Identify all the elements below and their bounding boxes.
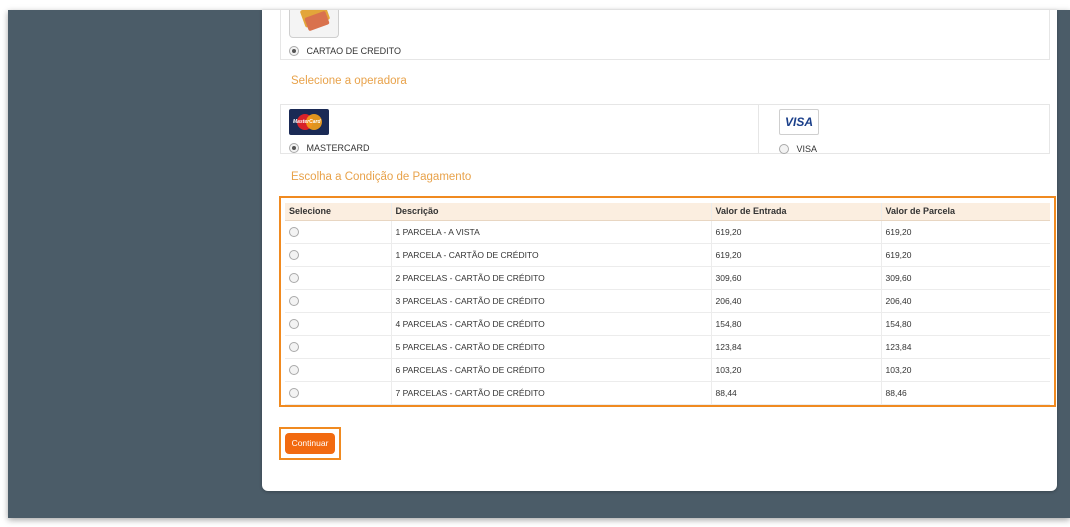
condition-radio[interactable] <box>289 249 299 260</box>
table-row[interactable]: 7 PARCELAS - CARTÃO DE CRÉDITO 88,44 88,46 <box>285 381 1050 405</box>
mastercard-logo-icon[interactable]: MasterCard <box>289 109 329 135</box>
row-select-cell <box>285 220 391 244</box>
row-select-cell <box>285 312 391 336</box>
visa-option[interactable]: VISA <box>779 140 817 158</box>
visa-label: VISA <box>796 143 817 154</box>
credit-card-icon <box>289 10 339 38</box>
payment-method-box: CARTAO DE CREDITO <box>280 10 1050 60</box>
row-description: 2 PARCELAS - CARTÃO DE CRÉDITO <box>390 266 711 290</box>
row-select-cell <box>285 289 391 313</box>
condition-section-title: Escolha a Condição de Pagamento <box>291 171 472 183</box>
table-row[interactable]: 6 PARCELAS - CARTÃO DE CRÉDITO 103,20 103,… <box>285 358 1050 382</box>
row-valor-parcela: 88,46 <box>880 381 1050 405</box>
row-valor-entrada: 154,80 <box>710 312 881 336</box>
header-selecione: Selecione <box>285 203 391 221</box>
operator-box: MasterCard MASTERCARD VISA VISA <box>280 104 1050 154</box>
row-select-cell <box>285 335 391 359</box>
mastercard-label: MASTERCARD <box>306 142 370 153</box>
condition-radio[interactable] <box>289 272 299 283</box>
header-valor-parcela: Valor de Parcela <box>880 203 1050 221</box>
condition-radio[interactable] <box>289 341 299 352</box>
condition-radio[interactable] <box>289 226 299 237</box>
table-row[interactable]: 3 PARCELAS - CARTÃO DE CRÉDITO 206,40 206,… <box>285 289 1050 313</box>
row-valor-parcela: 206,40 <box>880 289 1050 313</box>
row-valor-entrada: 103,20 <box>710 358 881 382</box>
condition-radio[interactable] <box>289 387 299 398</box>
row-description: 1 PARCELA - CARTÃO DE CRÉDITO <box>390 243 711 267</box>
table-row[interactable]: 2 PARCELAS - CARTÃO DE CRÉDITO 309,60 309,… <box>285 266 1050 290</box>
payment-panel: CARTAO DE CREDITO Selecione a operadora … <box>262 10 1057 491</box>
header-valor-entrada: Valor de Entrada <box>710 203 881 221</box>
visa-logo-icon[interactable]: VISA <box>779 109 819 135</box>
table-body: 1 PARCELA - A VISTA 619,20 619,20 1 PARCELA… <box>285 220 1050 405</box>
row-description: 4 PARCELAS - CARTÃO DE CRÉDITO <box>390 312 711 336</box>
table-row[interactable]: 1 PARCELA - CARTÃO DE CRÉDITO 619,20 619,2… <box>285 243 1050 267</box>
credit-card-radio[interactable] <box>289 45 299 56</box>
row-valor-entrada: 206,40 <box>710 289 881 313</box>
condition-radio[interactable] <box>289 318 299 329</box>
row-select-cell <box>285 358 391 382</box>
operator-section-title: Selecione a operadora <box>291 75 407 87</box>
credit-card-label: CARTAO DE CREDITO <box>306 45 401 56</box>
continue-button[interactable]: Continuar <box>285 433 335 454</box>
mastercard-radio[interactable] <box>289 142 299 153</box>
row-description: 5 PARCELAS - CARTÃO DE CRÉDITO <box>390 335 711 359</box>
table-row[interactable]: 4 PARCELAS - CARTÃO DE CRÉDITO 154,80 154,… <box>285 312 1050 336</box>
row-valor-parcela: 103,20 <box>880 358 1050 382</box>
visa-radio[interactable] <box>779 143 789 154</box>
row-valor-entrada: 619,20 <box>710 243 881 267</box>
table-header-row: Selecione Descrição Valor de Entrada Val… <box>285 203 1050 221</box>
table-row[interactable]: 5 PARCELAS - CARTÃO DE CRÉDITO 123,84 123,… <box>285 335 1050 359</box>
condition-radio[interactable] <box>289 295 299 306</box>
header-descricao: Descrição <box>390 203 711 221</box>
mastercard-option[interactable]: MASTERCARD <box>289 139 369 157</box>
credit-card-option[interactable]: CARTAO DE CREDITO <box>289 42 401 60</box>
row-description: 3 PARCELAS - CARTÃO DE CRÉDITO <box>390 289 711 313</box>
row-valor-entrada: 88,44 <box>710 381 881 405</box>
row-valor-entrada: 619,20 <box>710 220 881 244</box>
window-frame: CARTAO DE CREDITO Selecione a operadora … <box>0 0 1070 527</box>
row-valor-parcela: 619,20 <box>880 220 1050 244</box>
mastercard-logo-text: MasterCard <box>293 119 321 125</box>
row-description: 7 PARCELAS - CARTÃO DE CRÉDITO <box>390 381 711 405</box>
row-select-cell <box>285 243 391 267</box>
payment-conditions-table: Selecione Descrição Valor de Entrada Val… <box>285 203 1050 405</box>
row-valor-entrada: 123,84 <box>710 335 881 359</box>
row-description: 1 PARCELA - A VISTA <box>390 220 711 244</box>
continue-button-highlight: Continuar <box>279 427 341 460</box>
condition-radio[interactable] <box>289 364 299 375</box>
payment-conditions-table-box: Selecione Descrição Valor de Entrada Val… <box>279 196 1056 407</box>
row-valor-parcela: 154,80 <box>880 312 1050 336</box>
operator-divider <box>758 105 759 154</box>
row-select-cell <box>285 266 391 290</box>
row-valor-parcela: 123,84 <box>880 335 1050 359</box>
row-valor-entrada: 309,60 <box>710 266 881 290</box>
table-row[interactable]: 1 PARCELA - A VISTA 619,20 619,20 <box>285 220 1050 244</box>
row-description: 6 PARCELAS - CARTÃO DE CRÉDITO <box>390 358 711 382</box>
row-valor-parcela: 309,60 <box>880 266 1050 290</box>
row-valor-parcela: 619,20 <box>880 243 1050 267</box>
row-select-cell <box>285 381 391 405</box>
